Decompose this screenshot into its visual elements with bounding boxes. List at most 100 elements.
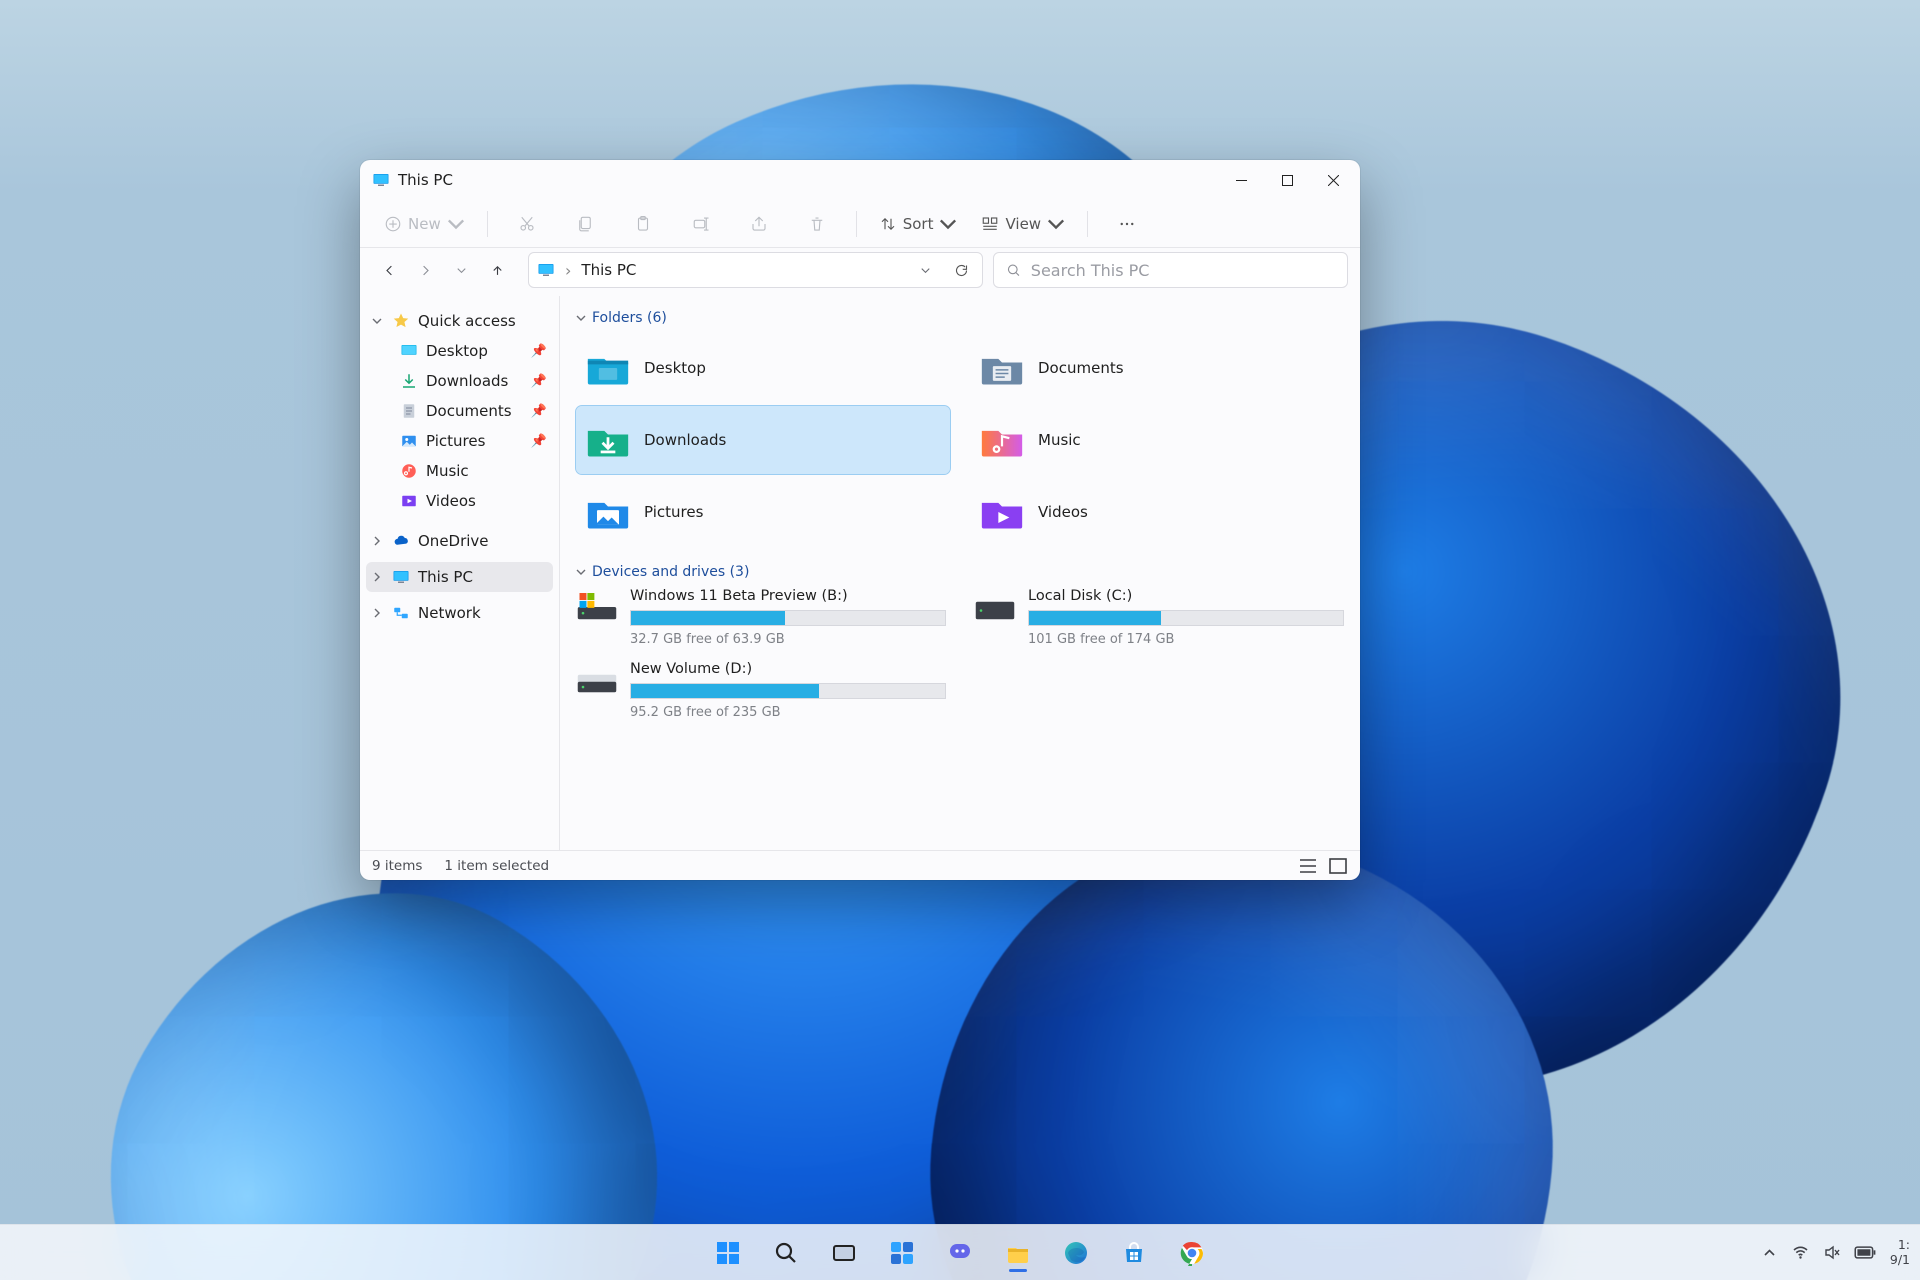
capacity-bar bbox=[630, 683, 946, 699]
sidebar-item-music[interactable]: Music bbox=[366, 456, 553, 486]
more-icon bbox=[1118, 215, 1136, 233]
titlebar[interactable]: This PC bbox=[360, 160, 1360, 200]
desktop-icon bbox=[400, 342, 418, 360]
close-button[interactable] bbox=[1310, 160, 1356, 200]
rename-icon bbox=[692, 215, 710, 233]
address-history-button[interactable] bbox=[912, 257, 938, 283]
chrome-button[interactable] bbox=[1168, 1231, 1216, 1275]
sidebar-item-pictures[interactable]: Pictures 📌 bbox=[366, 426, 553, 456]
details-view-toggle[interactable] bbox=[1298, 857, 1318, 875]
more-button[interactable] bbox=[1102, 207, 1152, 241]
videos-icon bbox=[400, 492, 418, 510]
folder-item-desktop[interactable]: Desktop bbox=[576, 334, 950, 402]
chevron-down-icon bbox=[1047, 215, 1065, 233]
battery-icon[interactable] bbox=[1854, 1246, 1876, 1259]
folder-item-downloads[interactable]: Downloads bbox=[576, 406, 950, 474]
view-label: View bbox=[1005, 215, 1041, 233]
rename-button[interactable] bbox=[676, 207, 726, 241]
search-icon bbox=[773, 1240, 799, 1266]
command-bar: New Sort View bbox=[360, 200, 1360, 248]
window-title: This PC bbox=[398, 171, 453, 189]
wifi-icon[interactable] bbox=[1792, 1244, 1809, 1261]
group-header-drives[interactable]: Devices and drives (3) bbox=[576, 564, 1344, 580]
volume-muted-icon[interactable] bbox=[1823, 1244, 1840, 1261]
cut-icon bbox=[518, 215, 536, 233]
file-explorer-taskbar-button[interactable] bbox=[994, 1231, 1042, 1275]
drive-item-b[interactable]: Windows 11 Beta Preview (B:) 32.7 GB fre… bbox=[576, 588, 946, 647]
status-item-count: 9 items bbox=[372, 858, 422, 874]
drive-item-d[interactable]: New Volume (D:) 95.2 GB free of 235 GB bbox=[576, 661, 946, 720]
widgets-button[interactable] bbox=[878, 1231, 926, 1275]
store-icon bbox=[1121, 1240, 1147, 1266]
sidebar-item-this-pc[interactable]: This PC bbox=[366, 562, 553, 592]
sidebar-item-documents[interactable]: Documents 📌 bbox=[366, 396, 553, 426]
group-header-folders[interactable]: Folders (6) bbox=[576, 310, 1344, 326]
drive-icon bbox=[974, 590, 1016, 624]
maximize-button[interactable] bbox=[1264, 160, 1310, 200]
taskbar-clock[interactable]: 1: 9/1 bbox=[1890, 1238, 1910, 1267]
paste-button[interactable] bbox=[618, 207, 668, 241]
sidebar-item-onedrive[interactable]: OneDrive bbox=[366, 526, 553, 556]
delete-button[interactable] bbox=[792, 207, 842, 241]
up-button[interactable] bbox=[480, 253, 514, 287]
back-button[interactable] bbox=[372, 253, 406, 287]
chevron-down-icon bbox=[447, 215, 465, 233]
search-box[interactable] bbox=[993, 252, 1348, 288]
edge-icon bbox=[1063, 1240, 1089, 1266]
sidebar-item-downloads[interactable]: Downloads 📌 bbox=[366, 366, 553, 396]
sidebar-item-desktop[interactable]: Desktop 📌 bbox=[366, 336, 553, 366]
task-view-icon bbox=[831, 1240, 857, 1266]
pin-icon: 📌 bbox=[531, 404, 547, 419]
videos-folder-icon bbox=[980, 492, 1024, 532]
new-button[interactable]: New bbox=[376, 207, 473, 241]
cut-button[interactable] bbox=[502, 207, 552, 241]
system-tray[interactable]: 1: 9/1 bbox=[1761, 1225, 1910, 1280]
this-pc-icon bbox=[372, 171, 390, 189]
sort-icon bbox=[879, 215, 897, 233]
refresh-button[interactable] bbox=[948, 257, 974, 283]
copy-button[interactable] bbox=[560, 207, 610, 241]
minimize-button[interactable] bbox=[1218, 160, 1264, 200]
chat-icon bbox=[947, 1240, 973, 1266]
documents-folder-icon bbox=[980, 348, 1024, 388]
status-bar: 9 items 1 item selected bbox=[360, 850, 1360, 880]
store-button[interactable] bbox=[1110, 1231, 1158, 1275]
sidebar-label: Quick access bbox=[418, 312, 516, 330]
sidebar-item-quick-access[interactable]: Quick access bbox=[366, 306, 553, 336]
content-pane: Folders (6) Desktop Documents Downloads bbox=[560, 296, 1360, 850]
folder-icon bbox=[1005, 1240, 1031, 1266]
sort-label: Sort bbox=[903, 215, 934, 233]
tray-overflow-icon[interactable] bbox=[1761, 1244, 1778, 1261]
task-view-button[interactable] bbox=[820, 1231, 868, 1275]
sort-button[interactable]: Sort bbox=[871, 207, 966, 241]
drive-item-c[interactable]: Local Disk (C:) 101 GB free of 174 GB bbox=[974, 588, 1344, 647]
music-icon bbox=[400, 462, 418, 480]
search-icon bbox=[1006, 262, 1021, 278]
address-bar[interactable]: › This PC bbox=[528, 252, 983, 288]
chat-button[interactable] bbox=[936, 1231, 984, 1275]
new-label: New bbox=[408, 215, 441, 233]
share-button[interactable] bbox=[734, 207, 784, 241]
copy-icon bbox=[576, 215, 594, 233]
folder-item-documents[interactable]: Documents bbox=[970, 334, 1344, 402]
folder-item-pictures[interactable]: Pictures bbox=[576, 478, 950, 546]
recent-locations-button[interactable] bbox=[444, 253, 478, 287]
start-button[interactable] bbox=[704, 1231, 752, 1275]
search-input[interactable] bbox=[1031, 261, 1335, 280]
view-button[interactable]: View bbox=[973, 207, 1073, 241]
tiles-view-toggle[interactable] bbox=[1328, 857, 1348, 875]
search-button[interactable] bbox=[762, 1231, 810, 1275]
this-pc-icon bbox=[392, 568, 410, 586]
forward-button[interactable] bbox=[408, 253, 442, 287]
folder-item-videos[interactable]: Videos bbox=[970, 478, 1344, 546]
sidebar-item-network[interactable]: Network bbox=[366, 598, 553, 628]
share-icon bbox=[750, 215, 768, 233]
capacity-bar bbox=[1028, 610, 1344, 626]
sidebar-item-videos[interactable]: Videos bbox=[366, 486, 553, 516]
folder-item-music[interactable]: Music bbox=[970, 406, 1344, 474]
plus-circle-icon bbox=[384, 215, 402, 233]
edge-button[interactable] bbox=[1052, 1231, 1100, 1275]
windows-icon bbox=[715, 1240, 741, 1266]
download-icon bbox=[400, 372, 418, 390]
breadcrumb-this-pc[interactable]: This PC bbox=[581, 261, 636, 279]
